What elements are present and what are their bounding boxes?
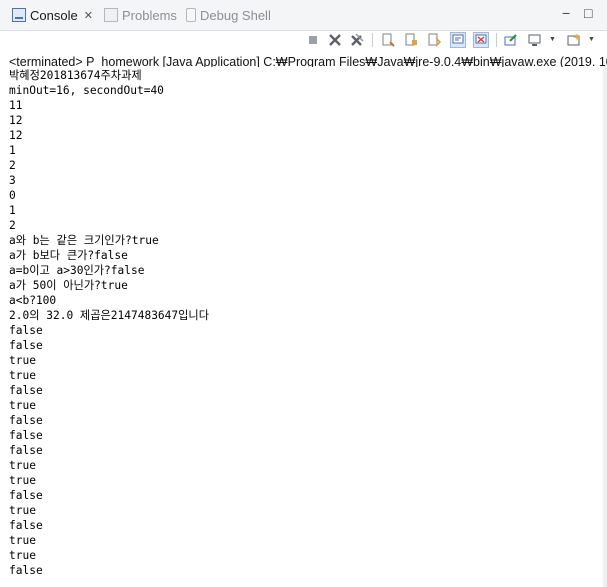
console-output-line: 2 [9,219,16,232]
console-output-line: false [9,339,43,352]
console-output-line: true [9,399,36,412]
console-view-tab-bar: Console ✕ Problems Debug Shell − □ [0,0,607,31]
console-output-line: false [9,384,43,397]
console-output-line: a=b이고 a>30인가?false [9,264,145,277]
console-output-line: true [9,474,36,487]
problems-icon [104,8,118,22]
console-output-line: 11 [9,99,23,112]
remove-all-terminated-icon[interactable] [349,32,365,48]
console-output-line: 1 [9,204,16,217]
console-output-line: a가 b보다 큰가?false [9,249,128,262]
word-wrap-icon[interactable] [426,32,442,48]
console-output-line: true [9,354,36,367]
console-output-line: 12 [9,129,23,142]
maximize-button[interactable]: □ [584,6,592,20]
console-output-line: false [9,429,43,442]
minimize-button[interactable]: − [562,6,570,20]
console-output-line: 0 [9,189,16,202]
console-output-line: false [9,489,43,502]
toolbar-separator [496,33,497,47]
display-selected-console-icon[interactable] [527,32,543,48]
clear-console-icon[interactable] [380,32,396,48]
console-output-line: true [9,459,36,472]
open-console-icon[interactable] [566,32,582,48]
tab-console-label: Console [30,7,78,23]
console-output-line: true [9,549,36,562]
console-toolbar: ▼ ▼ [0,30,607,50]
tab-problems-label: Problems [122,7,177,23]
tab-console[interactable]: Console ✕ [12,4,93,26]
close-icon[interactable]: ✕ [84,9,93,22]
console-output-line: false [9,564,43,577]
console-output-line: a<b?100 [9,294,57,307]
console-output-line: true [9,534,36,547]
remove-launch-icon[interactable] [327,32,343,48]
console-output-line: 12 [9,114,23,127]
console-output-line: a가 50이 아닌가?true [9,279,128,292]
vertical-scrollbar[interactable] [603,66,607,587]
terminate-icon[interactable] [305,32,321,48]
console-output-line: minOut=16, secondOut=40 [9,84,164,97]
scroll-lock-icon[interactable] [403,32,419,48]
console-output-line: 1 [9,144,16,157]
tab-debug-shell[interactable]: Debug Shell [186,4,271,26]
console-output[interactable]: 박혜정201813674주차과제 minOut=16, secondOut=40 1… [9,68,601,578]
console-output-line: false [9,519,43,532]
console-output-line: 2.0의 32.0 제곱은2147483647입니다 [9,309,210,322]
console-output-line: 2 [9,159,16,172]
console-output-line: 3 [9,174,16,187]
console-output-line: a와 b는 같은 크기인가?true [9,234,159,247]
console-output-line: 박혜정201813674주차과제 [9,69,142,82]
pin-console-icon[interactable] [503,32,519,48]
tab-problems[interactable]: Problems [104,4,177,26]
launch-status-line: <terminated> P_homework [Java Applicatio… [9,55,607,67]
console-output-line: false [9,414,43,427]
console-output-line: false [9,324,43,337]
show-on-stderr-icon[interactable] [473,32,489,48]
toolbar-separator [372,33,373,47]
show-on-stdout-icon[interactable] [450,32,466,48]
console-icon [12,8,26,22]
chevron-down-icon[interactable]: ▼ [588,36,595,43]
console-output-line: true [9,369,36,382]
tab-debug-shell-label: Debug Shell [200,7,271,23]
debug-shell-icon [186,8,196,22]
console-output-line: false [9,444,43,457]
console-output-line: true [9,504,36,517]
chevron-down-icon[interactable]: ▼ [549,36,556,43]
